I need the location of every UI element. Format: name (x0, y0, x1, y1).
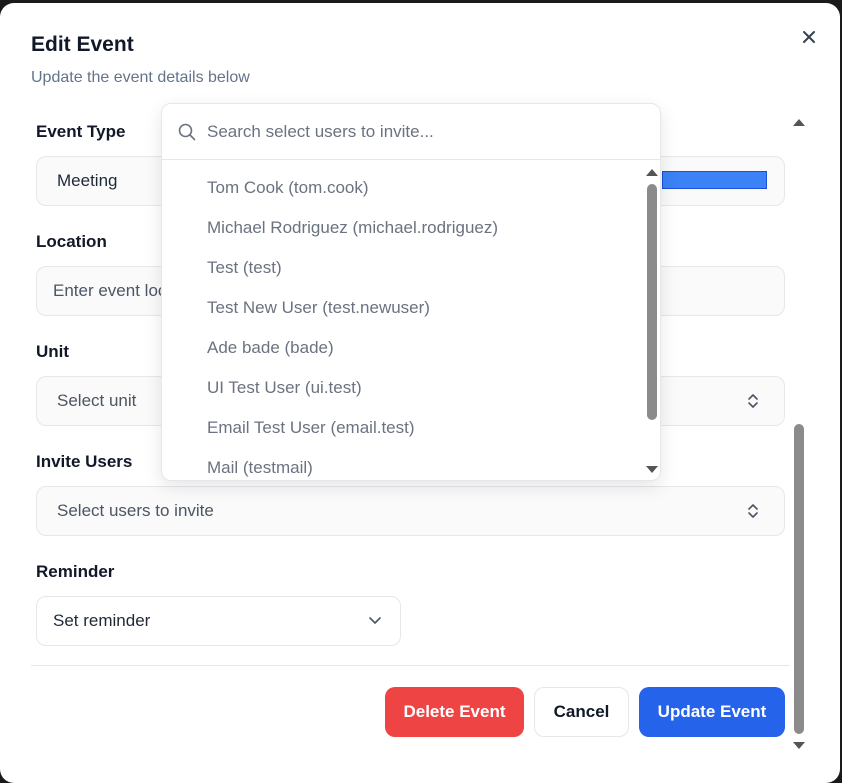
dropdown-search-input[interactable] (207, 118, 637, 146)
unit-placeholder: Select unit (57, 391, 137, 410)
dropdown-user-option[interactable]: Test (test) (162, 248, 642, 288)
dialog-subtitle: Update the event details below (31, 69, 250, 86)
dropdown-user-option[interactable]: UI Test User (ui.test) (162, 368, 642, 408)
reminder-label: Reminder (36, 562, 115, 581)
chevron-down-icon (369, 617, 381, 624)
invite-users-label: Invite Users (36, 452, 133, 471)
dropdown-scroll-up-arrow[interactable] (645, 167, 659, 177)
dropdown-user-option[interactable]: Ade bade (bade) (162, 328, 642, 368)
event-type-value: Meeting (57, 171, 118, 190)
dialog-scrollbar-thumb[interactable] (794, 424, 804, 734)
edit-event-dialog: Edit Event Update the event details belo… (0, 3, 840, 783)
scroll-up-arrow[interactable] (792, 117, 806, 127)
unit-label: Unit (36, 342, 70, 361)
cancel-button[interactable]: Cancel (534, 687, 629, 737)
scroll-down-arrow[interactable] (792, 741, 806, 751)
dropdown-search (162, 104, 660, 160)
event-type-color-bar (662, 171, 767, 189)
close-icon[interactable] (797, 25, 821, 49)
location-label: Location (36, 232, 107, 251)
dialog-title: Edit Event (31, 33, 134, 56)
footer-divider (31, 665, 790, 666)
dropdown-user-list: Tom Cook (tom.cook) Michael Rodriguez (m… (162, 168, 642, 480)
dropdown-user-option[interactable]: Tom Cook (tom.cook) (162, 168, 642, 208)
invite-users-dropdown: Tom Cook (tom.cook) Michael Rodriguez (m… (161, 103, 661, 481)
dropdown-user-option[interactable]: Email Test User (email.test) (162, 408, 642, 448)
dropdown-user-option[interactable]: Test New User (test.newuser) (162, 288, 642, 328)
reminder-value: Set reminder (53, 611, 151, 630)
event-type-label: Event Type (36, 122, 126, 141)
dropdown-user-option[interactable]: Mail (testmail) (162, 448, 642, 480)
dropdown-scroll-down-arrow[interactable] (645, 465, 659, 475)
update-event-button[interactable]: Update Event (639, 687, 785, 737)
dropdown-scrollbar-thumb[interactable] (647, 184, 657, 420)
chevron-updown-icon (748, 394, 758, 408)
delete-event-button[interactable]: Delete Event (385, 687, 524, 737)
invite-users-placeholder: Select users to invite (57, 501, 214, 520)
reminder-select[interactable]: Set reminder (36, 596, 401, 646)
invite-users-select[interactable]: Select users to invite (36, 486, 785, 536)
dropdown-user-option[interactable]: Michael Rodriguez (michael.rodriguez) (162, 208, 642, 248)
search-icon (178, 123, 196, 141)
chevron-updown-icon (748, 504, 758, 518)
